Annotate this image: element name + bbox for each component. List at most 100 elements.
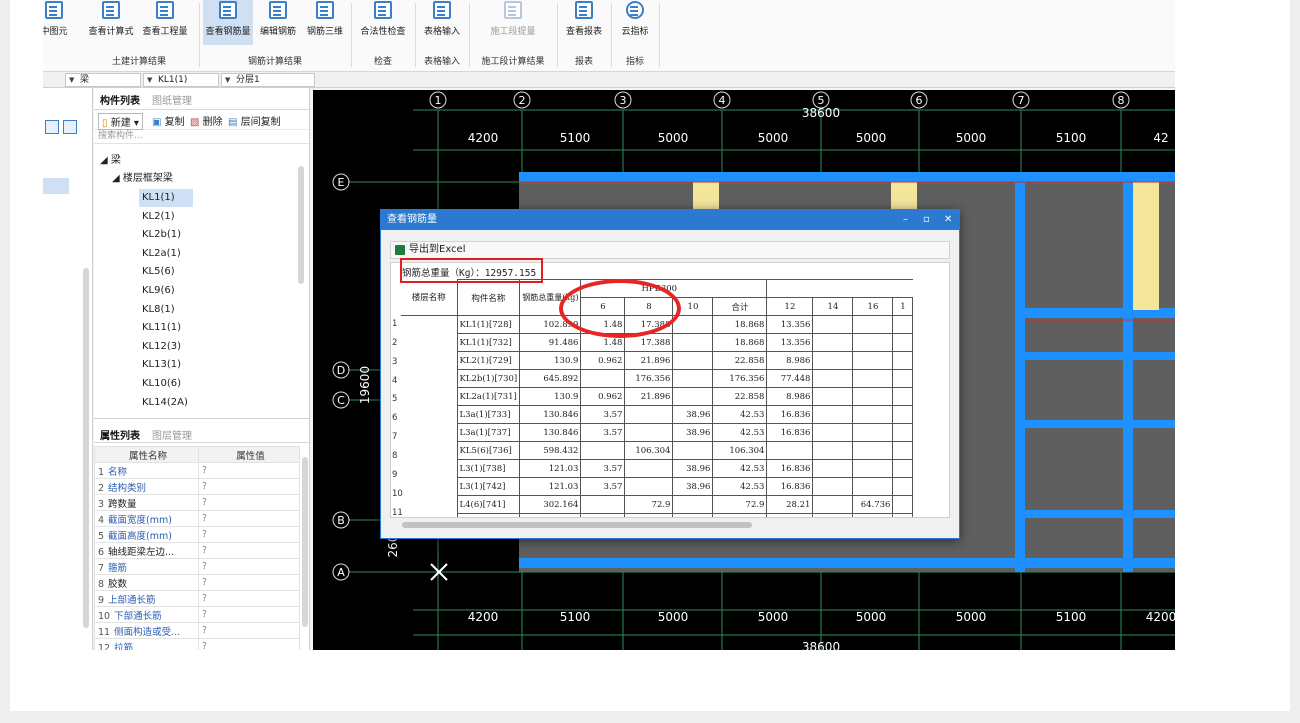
header-component: 构件名称 [456, 279, 521, 316]
property-row[interactable]: 11 侧面构造或受...? [94, 622, 300, 639]
component-list-item[interactable]: KL2(1) [139, 208, 193, 226]
component-name-cell: KL1(1)[732] [456, 333, 521, 352]
ribbon-button-stage-quantity[interactable]: 施工段提量 [473, 0, 553, 45]
property-name: 2 结构类别 [94, 478, 199, 495]
property-value[interactable]: ? [198, 574, 300, 591]
component-list-item[interactable]: KL5(6) [139, 263, 193, 281]
row-number: 7 [392, 432, 398, 443]
component-list-item[interactable]: KL11(1) [139, 319, 193, 337]
property-value[interactable]: ? [198, 606, 300, 623]
property-value[interactable]: ? [198, 638, 300, 650]
export-excel-button[interactable]: 导出到Excel [390, 241, 950, 259]
property-row[interactable]: 7 箍筋? [94, 558, 300, 575]
scrollbar[interactable] [298, 166, 304, 284]
tab-layer-management[interactable]: 图层管理 [152, 427, 192, 442]
table-row[interactable]: L3(1)[742] 121.03 3.57 38.96 42.53 16.836 [401, 477, 914, 496]
tab-component-list[interactable]: 构件列表 [100, 92, 140, 107]
tab-drawing-management[interactable]: 图纸管理 [152, 92, 192, 107]
component-list-item[interactable]: KL12(3) [139, 338, 193, 356]
property-row[interactable]: 6 轴线距梁左边...? [94, 542, 300, 559]
property-value[interactable]: ? [198, 494, 300, 511]
copy-button[interactable]: ▣ 复制 [152, 113, 185, 128]
tree-root[interactable]: ◢ 梁 [100, 152, 121, 170]
horizontal-scrollbar[interactable] [390, 521, 950, 529]
minimize-icon[interactable]: – [903, 210, 908, 230]
property-row[interactable]: 9 上部通长筋? [94, 590, 300, 607]
list-view-icon[interactable] [45, 120, 59, 134]
property-value[interactable]: ? [198, 622, 300, 639]
property-row[interactable]: 4 截面宽度(mm)? [94, 510, 300, 527]
type-select[interactable]: ▼ 梁 [65, 73, 141, 87]
component-list-item[interactable]: KL8(1) [139, 301, 193, 319]
tree-group[interactable]: ◢ 楼层框架梁 [112, 170, 173, 188]
axis-label-left: C [337, 394, 345, 407]
property-row[interactable]: 8 胶数? [94, 574, 300, 591]
component-list-item[interactable]: KL1(1) [139, 189, 193, 207]
property-value[interactable]: ? [198, 558, 300, 575]
new-button[interactable]: ▯ 新建 ▾ [98, 113, 143, 130]
property-value[interactable]: ? [198, 462, 300, 479]
property-row[interactable]: 3 跨数量? [94, 494, 300, 511]
component-list-item[interactable]: KL13(1) [139, 356, 193, 374]
cloud-icon [626, 1, 644, 19]
beam-top [519, 172, 1175, 182]
copy-between-floors-button[interactable]: ▤ 层间复制 [228, 113, 281, 128]
table-row[interactable]: KL2b(1)[730] 645.892 176.356 176.356 77.448 [401, 369, 914, 388]
ribbon-button-view-rebar[interactable]: 查看钢筋量 [203, 0, 253, 45]
ribbon-button-cloud-index[interactable]: 云指标 [615, 0, 655, 45]
component-select[interactable]: ▼ KL1(1) [143, 73, 219, 87]
component-list-item[interactable]: KL2b(1) [139, 226, 193, 244]
property-value[interactable]: ? [198, 526, 300, 543]
close-icon[interactable]: ✕ [944, 210, 952, 230]
floor-cell [401, 477, 458, 496]
component-name-cell: KL2a(1)[731] [456, 387, 521, 406]
scroll-thumb[interactable] [402, 522, 752, 528]
property-row[interactable]: 1 名称? [94, 462, 300, 479]
property-value[interactable]: ? [198, 590, 300, 607]
table-row[interactable]: KL2(1)[729] 130.9 0.962 21.896 22.858 8.986 [401, 351, 914, 370]
layer-select[interactable]: ▼ 分层1 [221, 73, 315, 87]
weight-cell: 77.448 [766, 369, 814, 388]
table-row[interactable]: KL2a(1)[731] 130.9 0.962 21.896 22.858 8.986 [401, 387, 914, 406]
table-row[interactable]: L4(6)[741] 302.164 72.9 72.9 28.21 64.736 [401, 495, 914, 514]
table-row[interactable]: L3a(1)[733] 130.846 3.57 38.96 42.53 16.836 [401, 405, 914, 424]
ribbon-button-view-quantity[interactable]: 查看工程量 [139, 0, 191, 45]
scrollbar[interactable] [302, 457, 308, 627]
ribbon-button-element[interactable]: 中图元 [43, 0, 71, 45]
component-list-item[interactable]: KL10(6) [139, 375, 193, 393]
component-search-input[interactable]: 搜索构件... [94, 130, 309, 144]
total-weight-cell: 121.03 [519, 459, 582, 478]
component-list-item[interactable]: KL14(2A) [139, 394, 193, 412]
weight-cell: 42.53 [712, 477, 768, 496]
ribbon-button-table-input[interactable]: 表格输入 [419, 0, 465, 45]
table-row[interactable]: KL1(1)[732] 91.486 1.48 17.388 18.868 13.356 [401, 333, 914, 352]
table-row[interactable]: L3(1)[738] 121.03 3.57 38.96 42.53 16.836 [401, 459, 914, 478]
property-row[interactable]: 12 拉筋? [94, 638, 300, 650]
property-value[interactable]: ? [198, 478, 300, 495]
property-name: 7 箍筋 [94, 558, 199, 575]
scrollbar[interactable] [83, 268, 89, 628]
property-value[interactable]: ? [198, 542, 300, 559]
ribbon-button-view-report[interactable]: 查看报表 [561, 0, 607, 45]
component-list-item[interactable]: KL9(6) [139, 282, 193, 300]
table-row[interactable]: L3a(1)[737] 130.846 3.57 38.96 42.53 16.836 [401, 423, 914, 442]
component-list-item[interactable]: KL2a(1) [139, 245, 193, 263]
table-row[interactable]: KL9(6)[745]629.356 114.76 114.76 [401, 513, 914, 517]
property-row[interactable]: 10 下部通长筋? [94, 606, 300, 623]
maximize-icon[interactable]: ▫ [923, 210, 930, 230]
grid-view-icon[interactable] [63, 120, 77, 134]
property-value[interactable]: ? [198, 510, 300, 527]
axis-label-top: 7 [1018, 94, 1025, 107]
property-row[interactable]: 2 结构类别? [94, 478, 300, 495]
property-row[interactable]: 5 截面高度(mm)? [94, 526, 300, 543]
delete-button[interactable]: ▧ 删除 [190, 113, 223, 128]
floor-cell [401, 387, 458, 406]
ribbon-button-rebar-3d[interactable]: 钢筋三维 [303, 0, 347, 45]
ribbon-button-edit-rebar[interactable]: 编辑钢筋 [255, 0, 301, 45]
tab-property-list[interactable]: 属性列表 [100, 427, 140, 442]
weight-cell [812, 405, 854, 424]
nav-selected-item[interactable] [43, 178, 69, 194]
table-row[interactable]: KL5(6)[736] 598.432 106.304 106.304 [401, 441, 914, 460]
ribbon-button-view-formula[interactable]: 查看计算式 [87, 0, 135, 45]
ribbon-button-validity-check[interactable]: 合法性检查 [355, 0, 411, 45]
